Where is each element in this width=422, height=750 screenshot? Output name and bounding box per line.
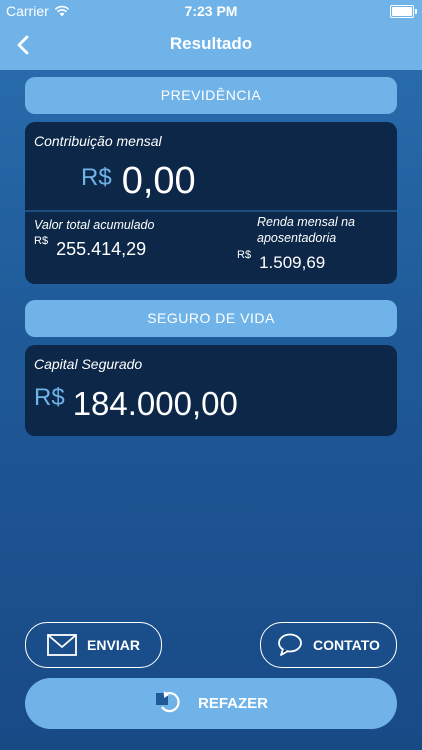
previdencia-card: Contribuição mensal R$ 0,00 Valor total … [25,122,397,284]
total-accumulated-value: 255.414,29 [56,239,147,259]
insured-capital-amount: R$ 184.000,00 [34,383,238,423]
redo-label: REFAZER [197,695,268,712]
insured-capital-value: 184.000,00 [72,385,238,422]
total-accumulated-amount: R$ 255.414,29 [34,235,146,260]
send-button[interactable]: ENVIAR [25,622,162,668]
battery-icon [390,5,417,18]
retirement-income-label: Renda mensal na aposentadoria [257,215,355,245]
income-currency: R$ [237,249,252,261]
card-divider [25,210,397,212]
contact-button[interactable]: CONTATO [260,622,397,668]
envelope-icon [47,634,77,656]
previdencia-header: PREVIDÊNCIA [25,77,397,114]
retirement-income-amount: R$ 1.509,69 [237,249,325,273]
status-bar: Carrier 7:23 PM [0,0,422,22]
redo-button[interactable]: REFAZER [25,678,397,729]
total-currency: R$ [34,235,49,247]
status-time: 7:23 PM [184,3,238,19]
contact-label: CONTATO [313,637,380,653]
total-accumulated-label: Valor total acumulado [34,218,155,232]
monthly-contribution-label: Contribuição mensal [34,133,162,149]
seguro-header: SEGURO DE VIDA [25,300,397,337]
send-label: ENVIAR [87,637,140,653]
monthly-contribution-amount: R$ 0,00 [81,160,196,203]
speech-bubble-icon [278,633,302,656]
monthly-currency: R$ [81,164,112,191]
navigation-bar: Resultado [0,22,422,70]
seguro-card: Capital Segurado R$ 184.000,00 [25,345,397,436]
monthly-contribution-value: 0,00 [121,160,196,202]
insured-capital-label: Capital Segurado [34,356,143,372]
page-title: Resultado [169,34,253,53]
redo-icon [155,690,180,712]
capital-currency: R$ [34,384,65,411]
retirement-income-value: 1.509,69 [259,253,326,272]
